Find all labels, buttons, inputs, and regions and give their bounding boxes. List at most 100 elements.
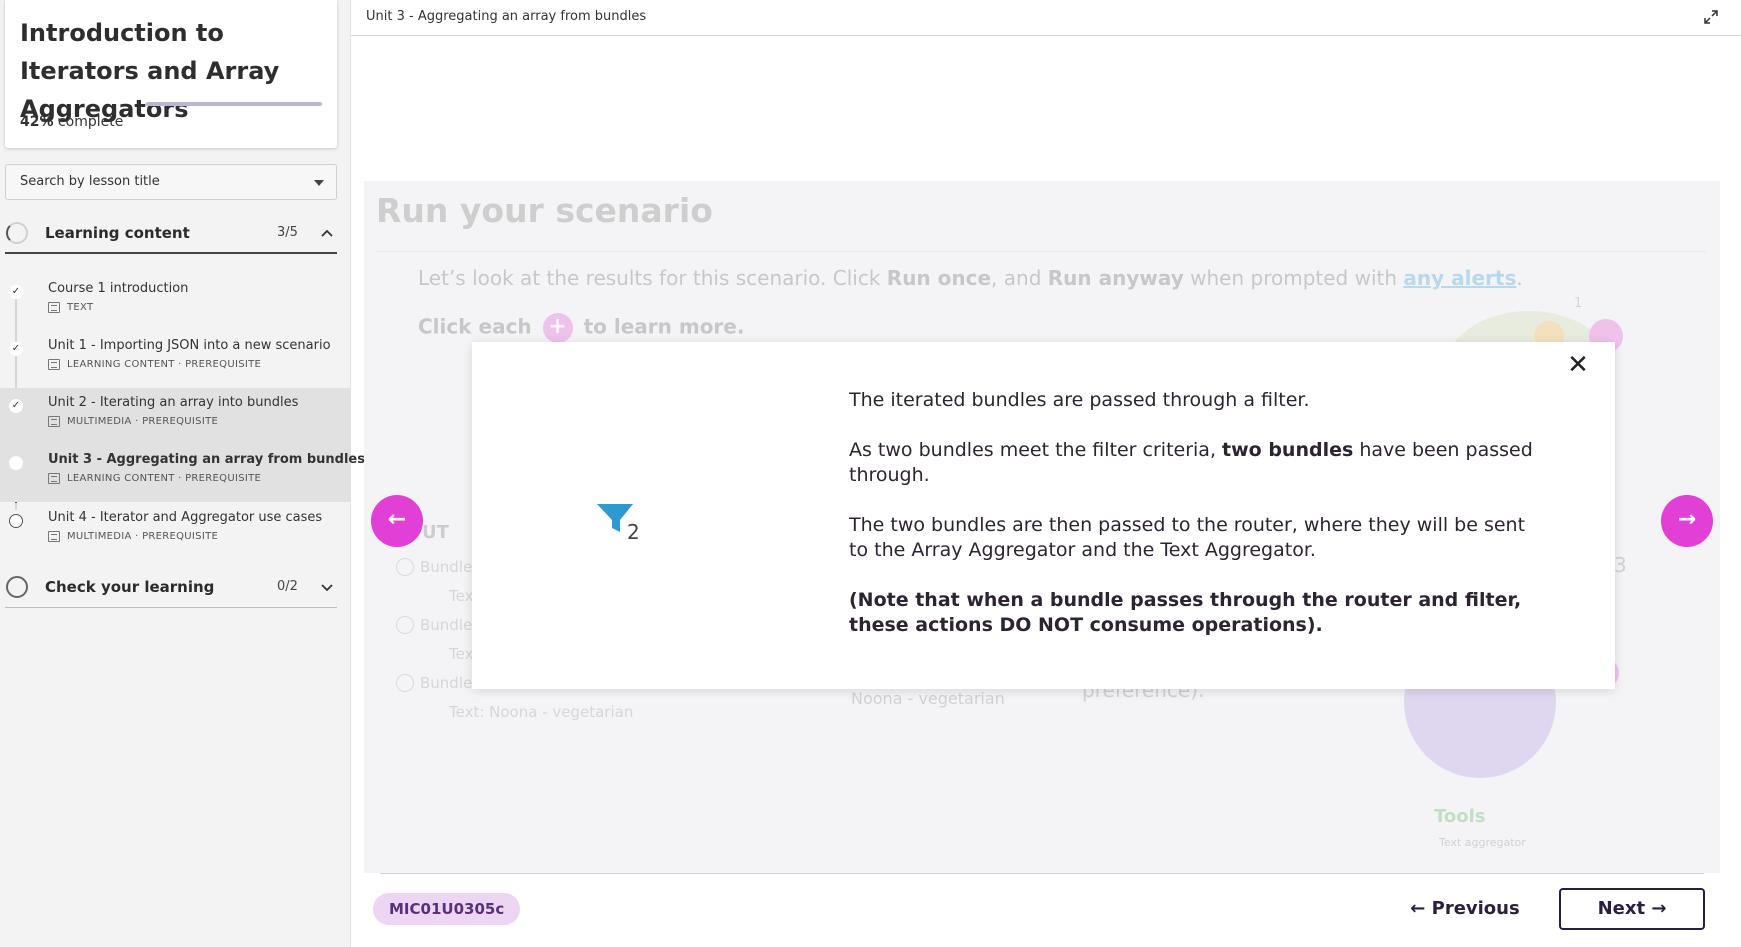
section-progress-ring-icon: [6, 222, 28, 244]
lesson-meta: LEARNING CONTENT · PREREQUISITE: [48, 473, 261, 484]
bundle-row: Bundle: [420, 674, 473, 692]
carousel-next-button[interactable]: →: [1661, 495, 1713, 547]
lesson-code-badge: MIC01U0305c: [373, 893, 521, 925]
stage-divider: [376, 251, 1706, 252]
lesson-search-placeholder: Search by lesson title: [20, 174, 160, 189]
section-check-your-learning[interactable]: Check your learning 0/2: [5, 566, 337, 608]
lesson-complete-check-icon: ✓: [9, 285, 23, 299]
tools-module-label: Tools: [1434, 806, 1486, 827]
plus-hotspot-icon: +: [542, 313, 573, 343]
module-counter: 1: [1574, 296, 1583, 311]
lesson-current-dot-icon: [9, 456, 23, 470]
lesson-meta: MULTIMEDIA · PREREQUISITE: [48, 531, 218, 542]
lesson-type-icon: [48, 359, 60, 370]
lesson-item-unit-4[interactable]: Unit 4 - Iterator and Aggregator use cas…: [0, 503, 351, 560]
any-alerts-link[interactable]: any alerts: [1403, 266, 1516, 290]
dialog-line-3: The two bundles are then passed to the r…: [849, 514, 1526, 561]
section-count: 3/5: [277, 225, 298, 240]
lesson-meta-text: LEARNING CONTENT · PREREQUISITE: [67, 359, 262, 370]
dropdown-caret-icon: [314, 180, 324, 186]
output-panel-heading: UT: [422, 522, 449, 543]
course-title: Introduction to Iterators and Array Aggr…: [20, 19, 280, 123]
module-counter: 3: [1614, 553, 1627, 577]
lesson-title: Unit 2 - Iterating an array into bundles: [48, 395, 299, 410]
lesson-topbar: Unit 3 - Aggregating an array from bundl…: [351, 0, 1741, 36]
lesson-item-unit-1[interactable]: ✓ Unit 1 - Importing JSON into a new sce…: [0, 331, 351, 388]
bundle-text-row: Text: Noona - vegetarian: [449, 703, 634, 721]
section-progress-ring-icon: [6, 576, 28, 598]
carousel-previous-button[interactable]: ←: [371, 495, 423, 547]
lesson-meta-text: LEARNING CONTENT · PREREQUISITE: [67, 473, 262, 484]
lesson-item-unit-2[interactable]: ✓ Unit 2 - Iterating an array into bundl…: [0, 388, 351, 445]
instr-text: , and: [991, 266, 1048, 290]
lesson-meta-text: MULTIMEDIA · PREREQUISITE: [67, 416, 219, 427]
dialog-note: (Note that when a bundle passes through …: [849, 589, 1522, 636]
lesson-complete-check-icon: ✓: [9, 399, 23, 413]
lesson-meta-text: MULTIMEDIA · PREREQUISITE: [67, 531, 219, 542]
collapse-icon: [396, 558, 414, 576]
lesson-search-select[interactable]: Search by lesson title: [5, 164, 337, 200]
lesson-meta-text: TEXT: [67, 302, 94, 313]
section-count: 0/2: [277, 579, 298, 594]
lesson-meta: LEARNING CONTENT · PREREQUISITE: [48, 359, 261, 370]
lesson-title: Unit 1 - Importing JSON into a new scena…: [48, 338, 331, 353]
lesson-type-icon: [48, 473, 60, 484]
chevron-up-icon: [321, 229, 333, 237]
stage-title: Run your scenario: [376, 191, 713, 230]
footer-divider: [380, 873, 1704, 874]
collapse-icon: [396, 674, 414, 692]
lesson-item-course-intro[interactable]: ✓ Course 1 introduction TEXT: [0, 274, 351, 331]
lesson-meta: TEXT: [48, 302, 93, 313]
instr-run-anyway: Run anyway: [1047, 266, 1184, 290]
instr-run-once: Run once: [886, 266, 992, 290]
hint-text: to learn more.: [583, 314, 745, 339]
expand-fullscreen-icon[interactable]: [1703, 9, 1719, 25]
progress-percent: 42%: [20, 114, 54, 130]
bundle-row: Bundle: [420, 558, 473, 576]
course-header-card: Introduction to Iterators and Array Aggr…: [5, 0, 337, 148]
section-label: Learning content: [45, 224, 190, 242]
filter-bundle-count: 2: [627, 520, 640, 542]
lesson-incomplete-circle-icon: [9, 514, 23, 528]
result-value: Noona - vegetarian: [851, 689, 1005, 708]
instr-text: when prompted with: [1183, 266, 1404, 290]
previous-button[interactable]: ← Previous: [1405, 888, 1525, 930]
lesson-title: Course 1 introduction: [48, 281, 189, 296]
dialog-line-2: As two bundles meet the filter criteria,…: [849, 438, 1549, 488]
bundle-text-row: Tex: [449, 587, 474, 605]
lesson-complete-check-icon: ✓: [9, 342, 23, 356]
instr-text: .: [1516, 266, 1523, 290]
section-learning-content[interactable]: Learning content 3/5: [5, 212, 337, 254]
course-progress-fill: [146, 102, 322, 106]
lesson-type-icon: [48, 416, 60, 427]
document-icon: [48, 302, 60, 313]
dialog-line-1: The iterated bundles are passed through …: [849, 389, 1310, 411]
course-progress-bar: [146, 102, 322, 106]
bundle-text-row: Tex: [449, 645, 474, 663]
chevron-down-icon: [321, 584, 333, 592]
lesson-item-unit-3[interactable]: Unit 3 - Aggregating an array from bundl…: [0, 445, 365, 502]
tools-module-sublabel: Text aggregator: [1439, 836, 1526, 849]
course-sidebar: Introduction to Iterators and Array Aggr…: [0, 0, 365, 947]
lesson-type-icon: [48, 531, 60, 542]
lesson-title: Unit 4 - Iterator and Aggregator use cas…: [48, 510, 323, 525]
progress-suffix: complete: [57, 114, 124, 130]
filter-icon: 2: [597, 504, 640, 542]
collapse-icon: [396, 616, 414, 634]
lesson-title: Unit 3 - Aggregating an array from bundl…: [48, 452, 365, 467]
stage-click-hint: Click each + to learn more.: [418, 313, 744, 343]
section-label: Check your learning: [45, 578, 215, 596]
instr-text: Let’s look at the results for this scena…: [418, 266, 887, 290]
close-icon[interactable]: ✕: [1565, 352, 1591, 378]
hint-text: Click each: [418, 314, 532, 339]
dialog-text: As two bundles meet the filter criteria,: [849, 439, 1223, 461]
course-progress-text: 42% complete: [20, 114, 123, 130]
next-button[interactable]: Next →: [1559, 888, 1705, 930]
dialog-emphasis: two bundles: [1222, 439, 1354, 461]
dialog-body: The iterated bundles are passed through …: [849, 388, 1549, 663]
lesson-meta: MULTIMEDIA · PREREQUISITE: [48, 416, 218, 427]
hotspot-info-dialog: ✕ 2 The iterated bundles are passed thro…: [472, 342, 1615, 689]
bundle-row: Bundle: [420, 616, 473, 634]
breadcrumb: Unit 3 - Aggregating an array from bundl…: [366, 9, 647, 24]
stage-instructions: Let’s look at the results for this scena…: [418, 266, 1523, 290]
